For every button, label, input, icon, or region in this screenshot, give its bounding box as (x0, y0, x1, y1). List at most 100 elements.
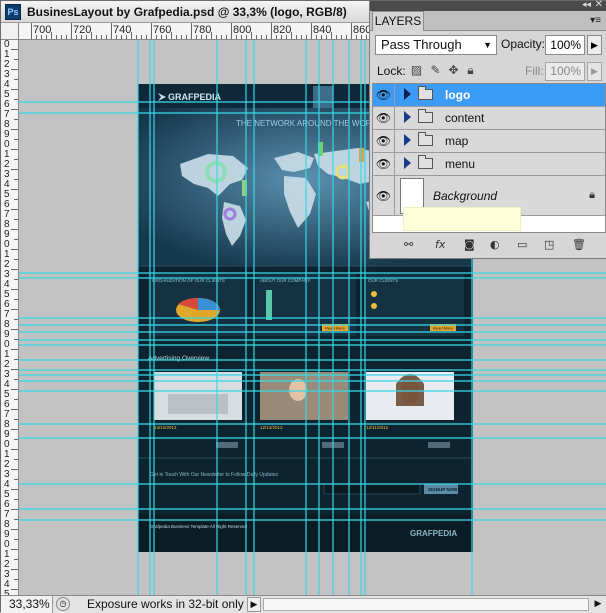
new-layer-icon[interactable]: ◳ (544, 238, 554, 251)
expand-group-icon[interactable] (404, 157, 411, 169)
scroll-right-icon[interactable]: ▶ (591, 598, 605, 611)
ruler-tick (14, 159, 18, 160)
ruler-major-tick (151, 23, 152, 39)
ruler-tick (14, 119, 18, 120)
ruler-minor-tick (166, 35, 167, 39)
close-panel-icon[interactable]: ✕ (595, 0, 603, 10)
tab-layers[interactable]: LAYERS (372, 11, 424, 31)
new-group-icon[interactable]: ▭ (517, 238, 527, 251)
link-layers-icon[interactable]: ⚯ (404, 238, 413, 251)
delete-layer-icon[interactable]: 🗑︎ (572, 238, 586, 251)
lock-transparency-icon[interactable]: ▨ (410, 64, 423, 77)
add-mask-icon[interactable]: ◙ (464, 238, 475, 251)
collapse-icon[interactable]: ◂◂ (582, 0, 591, 10)
status-menu-arrow-icon[interactable]: ▶ (247, 597, 261, 612)
ruler-major-tick (351, 23, 352, 39)
fill-input[interactable]: 100% (545, 62, 585, 81)
ruler-minor-tick (266, 35, 267, 39)
expand-group-icon[interactable] (404, 111, 411, 123)
ruler-minor-tick (81, 35, 82, 39)
expand-group-icon[interactable] (404, 88, 411, 100)
ruler-tick (14, 459, 18, 460)
vertical-ruler[interactable]: 0123456789012345678901234567890123456789… (1, 40, 19, 595)
opacity-label: Opacity: (501, 37, 546, 51)
ruler-tick (14, 299, 18, 300)
ruler-minor-tick (251, 32, 252, 39)
ruler-tick (11, 169, 18, 170)
status-info-icon[interactable]: ◷ (56, 597, 70, 611)
layers-panel-footer: ⚯ fx ◙ ◐ ▭ ◳ 🗑︎ (370, 235, 606, 257)
ruler-tick (11, 149, 18, 150)
blend-mode-value: Pass Through (381, 37, 462, 52)
lock-all-icon[interactable]: 🔒︎ (464, 64, 477, 77)
ruler-tick (11, 369, 18, 370)
ruler-tick (14, 219, 18, 220)
tooltip-box (403, 207, 521, 231)
ruler-minor-tick (121, 35, 122, 39)
ruler-major-tick (231, 23, 232, 39)
layer-row-map[interactable]: 👁︎ map (373, 130, 605, 153)
visibility-eye-icon[interactable]: 👁︎ (373, 84, 395, 106)
visibility-eye-icon[interactable]: 👁︎ (373, 153, 395, 175)
ruler-major-tick (71, 23, 72, 39)
ruler-minor-tick (276, 35, 277, 39)
layer-name: menu (445, 157, 476, 171)
panel-menu-icon[interactable]: ▾≡ (590, 15, 601, 26)
ruler-tick (11, 229, 18, 230)
ruler-tick (11, 189, 18, 190)
visibility-eye-icon[interactable]: 👁︎ (373, 130, 395, 152)
ruler-minor-tick (216, 35, 217, 39)
ruler-tick (11, 209, 18, 210)
ruler-minor-tick (106, 35, 107, 39)
ruler-tick (14, 179, 18, 180)
ruler-minor-tick (296, 35, 297, 39)
ruler-tick (14, 79, 18, 80)
fill-slider-button[interactable]: ▶ (587, 62, 602, 81)
lock-image-pixels-icon[interactable]: ✎ (429, 64, 442, 77)
ruler-tick (14, 259, 18, 260)
visibility-eye-icon[interactable]: 👁︎ (373, 107, 395, 129)
ruler-tick (11, 469, 18, 470)
ruler-minor-tick (186, 35, 187, 39)
dropdown-arrow-icon: ▼ (483, 40, 492, 50)
ruler-minor-tick (41, 35, 42, 39)
ruler-minor-tick (226, 35, 227, 39)
ruler-minor-tick (156, 35, 157, 39)
horizontal-scrollbar[interactable] (263, 598, 589, 611)
ruler-origin-corner[interactable] (1, 23, 19, 40)
ruler-major-tick (111, 23, 112, 39)
status-bar: 33,33% ◷ Exposure works in 32-bit only ▶… (1, 595, 606, 613)
adjustment-layer-icon[interactable]: ◐ (490, 238, 500, 251)
ruler-tick (11, 289, 18, 290)
layers-panel: ◂◂ ✕ LAYERS ▾≡ Pass Through ▼ Opacity: 1… (369, 0, 606, 259)
ruler-minor-tick (236, 35, 237, 39)
opacity-slider-button[interactable]: ▶ (587, 35, 602, 55)
layer-style-fx-icon[interactable]: fx (435, 238, 445, 251)
ruler-minor-tick (86, 35, 87, 39)
blend-mode-select[interactable]: Pass Through ▼ (375, 35, 497, 55)
layer-list: 👁︎ logo 👁︎ content 👁︎ map 👁︎ menu 👁︎ Bac… (372, 83, 606, 233)
expand-group-icon[interactable] (404, 134, 411, 146)
ruler-tick (11, 409, 18, 410)
ruler-minor-tick (91, 32, 92, 39)
ruler-minor-tick (316, 35, 317, 39)
lock-position-icon[interactable]: ✥ (447, 64, 460, 77)
ruler-tick (11, 589, 18, 590)
layer-row-menu[interactable]: 👁︎ menu (373, 153, 605, 176)
visibility-eye-icon[interactable]: 👁︎ (373, 176, 395, 216)
panel-tab-row: LAYERS ▾≡ (370, 11, 606, 31)
opacity-input[interactable]: 100% (545, 35, 585, 55)
ruler-minor-tick (306, 35, 307, 39)
photoshop-document-window: Ps BusinesLayout by Grafpedia.psd @ 33,3… (0, 0, 606, 613)
zoom-level-field[interactable]: 33,33% (1, 596, 53, 613)
ruler-minor-tick (206, 35, 207, 39)
ruler-tick (11, 309, 18, 310)
ruler-minor-tick (116, 35, 117, 39)
ruler-minor-tick (96, 35, 97, 39)
layer-row-content[interactable]: 👁︎ content (373, 107, 605, 130)
ruler-tick (11, 489, 18, 490)
ruler-tick (14, 359, 18, 360)
ruler-minor-tick (356, 35, 357, 39)
ruler-minor-tick (56, 35, 57, 39)
layer-row-logo[interactable]: 👁︎ logo (373, 84, 605, 107)
